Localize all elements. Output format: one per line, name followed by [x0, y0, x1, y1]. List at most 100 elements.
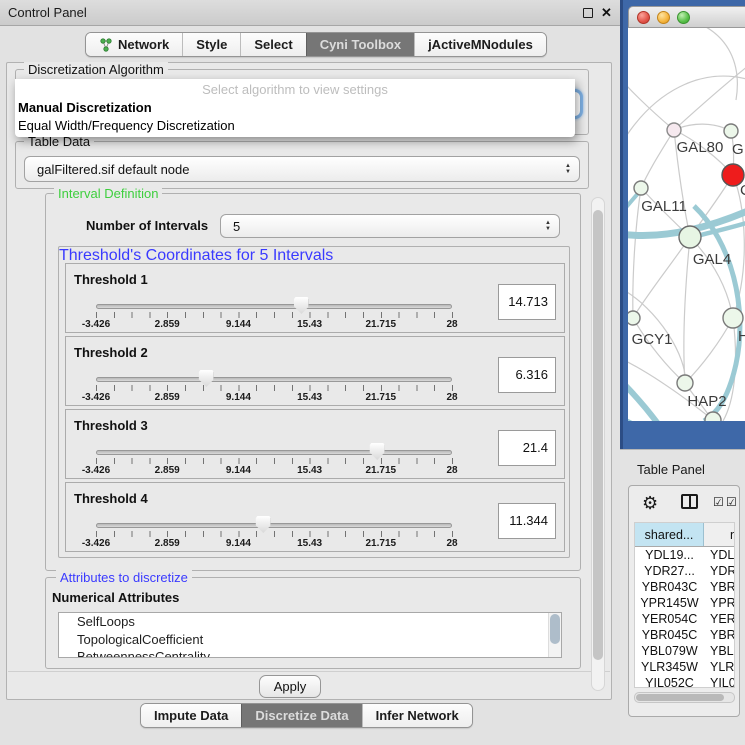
table-cell-shared-name[interactable]: YDL19... — [635, 547, 704, 563]
threshold-value-input[interactable]: 14.713 — [498, 284, 556, 320]
table-cell-name[interactable]: YDL1 — [704, 547, 734, 563]
table-row[interactable]: YPR145W YPR1 — [635, 595, 734, 611]
network-node[interactable] — [677, 375, 693, 391]
attribute-list-item[interactable]: SelfLoops — [59, 613, 561, 631]
table-cell-shared-name[interactable]: YER054C — [635, 611, 704, 627]
threshold-value-input[interactable]: 11.344 — [498, 503, 556, 539]
cyni-mode-tabs: Impute Data Discretize Data Infer Networ… — [140, 703, 473, 728]
table-cell-shared-name[interactable]: YDR27... — [635, 563, 704, 579]
tab-label: Network — [118, 37, 169, 52]
tab-jactivemnodules[interactable]: jActiveMNodules — [414, 33, 546, 56]
tab-discretize-data[interactable]: Discretize Data — [241, 704, 361, 727]
table-row[interactable]: YDL19... YDL1 — [635, 547, 734, 563]
settings-gear-icon[interactable]: ⚙ — [642, 491, 658, 515]
minimize-window-icon[interactable] — [657, 11, 670, 24]
table-cell-shared-name[interactable]: YPR145W — [635, 595, 704, 611]
table-cell-name[interactable]: YBL0 — [704, 643, 734, 659]
tab-infer-network[interactable]: Infer Network — [362, 704, 472, 727]
scale-label: 2.859 — [155, 538, 180, 549]
node-attribute-table[interactable]: shared... n YDL19... YDL1 YDR27... YDR2 — [634, 522, 735, 688]
threshold-value-input[interactable]: 21.4 — [498, 430, 556, 466]
network-node[interactable] — [723, 308, 743, 328]
table-row[interactable]: YDR27... YDR2 — [635, 563, 734, 579]
network-node[interactable] — [679, 226, 701, 248]
scale-label: 21.715 — [366, 465, 397, 476]
scale-label: 2.859 — [155, 319, 180, 330]
number-of-intervals-combobox[interactable]: 5 ▲▼ — [220, 214, 560, 238]
table-row[interactable]: YLR345W YLR3 — [635, 659, 734, 675]
tab-network[interactable]: Network — [86, 33, 182, 56]
table-row[interactable]: YBR043C YBR0 — [635, 579, 734, 595]
combobox-value: 5 — [233, 215, 535, 239]
checkbox-checked-icon[interactable]: ☑ — [726, 495, 737, 509]
scale-label: 28 — [446, 392, 457, 403]
threshold-item: Threshold 4 -3.426 2.859 9.144 15.43 — [65, 482, 565, 552]
column-header-shared-name[interactable]: shared... — [635, 523, 704, 546]
table-row[interactable]: YIL052C YIL0 — [635, 675, 734, 688]
scrollbar-thumb[interactable] — [550, 614, 560, 644]
threshold-item: Threshold 1 -3.426 2.859 9.144 15.43 — [65, 263, 565, 333]
attribute-list-item[interactable]: BetweennessCentrality — [59, 648, 561, 658]
split-columns-icon[interactable] — [681, 494, 698, 509]
threshold-value-input[interactable]: 6.316 — [498, 357, 556, 393]
network-node[interactable] — [628, 311, 640, 325]
threshold-slider[interactable]: -3.426 2.859 9.144 15.43 21.715 28 — [96, 337, 452, 407]
scrollbar-thumb[interactable] — [593, 210, 603, 660]
table-cell-name[interactable]: YBR0 — [704, 627, 734, 643]
slider-track[interactable] — [96, 450, 452, 455]
table-row[interactable]: YBL079W YBL0 — [635, 643, 734, 659]
table-cell-name[interactable]: YLR3 — [704, 659, 734, 675]
attribute-list-item[interactable]: TopologicalCoefficient — [59, 631, 561, 649]
table-cell-shared-name[interactable]: YBR043C — [635, 579, 704, 595]
slider-scale-labels: -3.426 2.859 9.144 15.43 21.715 28 — [96, 465, 452, 477]
table-cell-name[interactable]: YBR0 — [704, 579, 734, 595]
float-window-icon[interactable] — [583, 8, 593, 18]
table-data-combobox[interactable]: galFiltered.sif default node ▲▼ — [24, 156, 580, 182]
dropdown-option-equal-width[interactable]: Equal Width/Frequency Discretization — [18, 118, 235, 133]
table-row[interactable]: YBR045C YBR0 — [635, 627, 734, 643]
close-icon[interactable]: ✕ — [601, 0, 612, 26]
network-node[interactable] — [634, 181, 648, 195]
close-window-icon[interactable] — [637, 11, 650, 24]
network-node[interactable] — [667, 123, 681, 137]
network-node[interactable] — [705, 412, 721, 421]
slider-track[interactable] — [96, 377, 452, 382]
scale-label: 15.43 — [297, 392, 322, 403]
table-horizontal-scrollbar[interactable] — [634, 692, 735, 703]
network-canvas[interactable]: GAL80GCGAL11GAL4GCY1HHAP2 — [628, 28, 745, 421]
threshold-item: Threshold 2 -3.426 2.859 9.144 15.43 — [65, 336, 565, 406]
threshold-slider[interactable]: -3.426 2.859 9.144 15.43 21.715 28 — [96, 264, 452, 334]
cyni-toolbox-panel: Discretization Algorithm Select algorith… — [6, 62, 612, 700]
tab-select[interactable]: Select — [240, 33, 305, 56]
table-cell-name[interactable]: YIL0 — [704, 675, 734, 688]
network-node-label: GAL4 — [693, 251, 731, 268]
table-row[interactable]: YER054C YER0 — [635, 611, 734, 627]
network-node[interactable] — [724, 124, 738, 138]
tab-cyni-toolbox[interactable]: Cyni Toolbox — [306, 33, 414, 56]
table-cell-name[interactable]: YDR2 — [704, 563, 734, 579]
checkbox-checked-icon[interactable]: ☑ — [713, 495, 724, 509]
slider-track[interactable] — [96, 304, 452, 309]
panel-vertical-scrollbar[interactable] — [591, 197, 605, 691]
numerical-attributes-list[interactable]: SelfLoops TopologicalCoefficient Between… — [58, 612, 562, 658]
attributes-list-scrollbar[interactable] — [548, 613, 561, 657]
scale-label: -3.426 — [82, 392, 110, 403]
tab-impute-data[interactable]: Impute Data — [141, 704, 241, 727]
network-svg: GAL80GCGAL11GAL4GCY1HHAP2 — [628, 28, 745, 421]
scrollbar-thumb[interactable] — [636, 694, 724, 701]
slider-track[interactable] — [96, 523, 452, 528]
column-header-name[interactable]: n — [704, 523, 734, 546]
table-cell-shared-name[interactable]: YIL052C — [635, 675, 704, 688]
zoom-window-icon[interactable] — [677, 11, 690, 24]
threshold-slider[interactable]: -3.426 2.859 9.144 15.43 21.715 28 — [96, 483, 452, 553]
apply-button[interactable]: Apply — [259, 675, 321, 698]
threshold-slider[interactable]: -3.426 2.859 9.144 15.43 21.715 28 — [96, 410, 452, 480]
scale-label: 28 — [446, 538, 457, 549]
table-cell-shared-name[interactable]: YBL079W — [635, 643, 704, 659]
tab-style[interactable]: Style — [182, 33, 240, 56]
table-cell-shared-name[interactable]: YBR045C — [635, 627, 704, 643]
table-cell-name[interactable]: YER0 — [704, 611, 734, 627]
table-cell-name[interactable]: YPR1 — [704, 595, 734, 611]
dropdown-option-manual[interactable]: Manual Discretization — [18, 100, 152, 115]
table-cell-shared-name[interactable]: YLR345W — [635, 659, 704, 675]
